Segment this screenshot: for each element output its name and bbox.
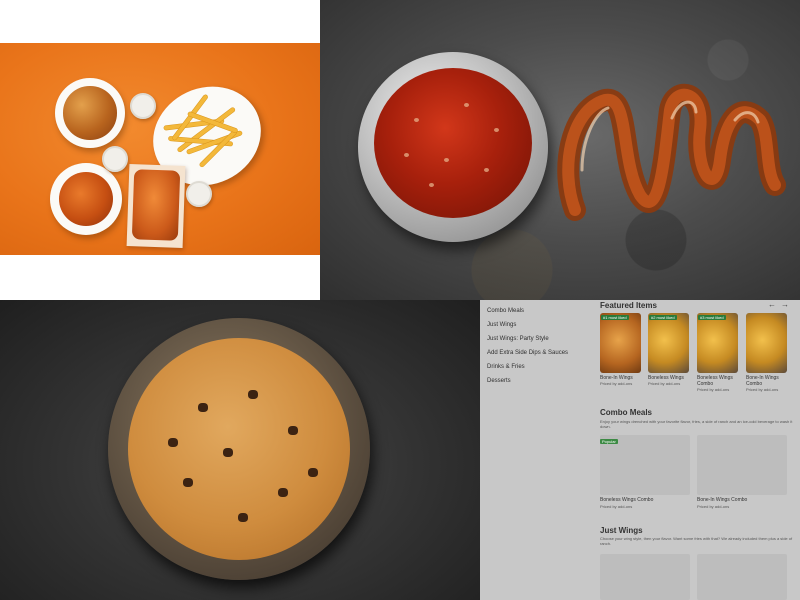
- featured-card-bone-in-combo[interactable]: [746, 313, 787, 373]
- combo-meals-description: Enjoy your wings drenched with your favo…: [600, 419, 793, 429]
- featured-item-price: Priced by add-ons: [697, 387, 730, 392]
- product-price: Priced by add-ons: [697, 504, 730, 509]
- product-card[interactable]: [697, 554, 787, 600]
- most-liked-badge: #3 most liked: [698, 315, 726, 320]
- sauce-drizzle: [557, 83, 786, 221]
- next-arrow-icon[interactable]: →: [781, 300, 789, 309]
- just-wings-description: Choose your wing style, then your flavor…: [600, 536, 793, 546]
- just-wings-title: Just Wings: [600, 526, 643, 535]
- featured-card-bone-in-wings[interactable]: #1 most liked: [600, 313, 641, 373]
- featured-item-price: Priced by add-ons: [648, 381, 681, 386]
- chocolate-chip-cookie: [128, 338, 350, 560]
- category-side-dips[interactable]: Add Extra Side Dips & Sauces: [487, 350, 568, 356]
- ranch-cup: [102, 146, 128, 172]
- product-name: Boneless Wings Combo: [600, 497, 654, 503]
- ranch-cup: [130, 93, 156, 119]
- combo-meals-title: Combo Meals: [600, 408, 653, 417]
- category-drinks-fries[interactable]: Drinks & Fries: [487, 364, 525, 370]
- category-party-style[interactable]: Just Wings: Party Style: [487, 336, 549, 342]
- featured-item-name: Boneless Wings Combo: [697, 375, 733, 387]
- boneless-wings-plate: [55, 78, 125, 148]
- featured-card-boneless-combo[interactable]: #3 most liked: [697, 313, 738, 373]
- menu-panel: Combo Meals Just Wings Just Wings: Party…: [480, 300, 800, 600]
- category-just-wings[interactable]: Just Wings: [487, 322, 516, 328]
- featured-item-name: Bone-In Wings Combo: [746, 375, 779, 387]
- category-combo-meals[interactable]: Combo Meals: [487, 308, 524, 314]
- ranch-cup: [186, 181, 212, 207]
- product-price: Priced by add-ons: [600, 504, 633, 509]
- product-card[interactable]: [600, 554, 690, 600]
- sauce-photo: [320, 0, 800, 300]
- product-card-bone-in-combo[interactable]: [697, 435, 787, 495]
- product-name: Bone-In Wings Combo: [697, 497, 748, 503]
- prev-arrow-icon[interactable]: ←: [768, 300, 776, 309]
- wings-paper-tray: [126, 164, 186, 248]
- product-card-boneless-combo[interactable]: [600, 435, 690, 495]
- orange-tabletop: [0, 43, 320, 255]
- popular-badge: Popular: [600, 439, 618, 444]
- most-liked-badge: #2 most liked: [649, 315, 677, 320]
- featured-items-title: Featured Items: [600, 301, 657, 310]
- skillet: [108, 318, 370, 580]
- saucy-wings-plate: [50, 163, 122, 235]
- featured-item-price: Priced by add-ons: [746, 387, 779, 392]
- featured-item-price: Priced by add-ons: [600, 381, 633, 386]
- category-desserts[interactable]: Desserts: [487, 378, 511, 384]
- most-liked-badge: #1 most liked: [601, 315, 629, 320]
- wings-fries-photo: [0, 0, 320, 300]
- featured-card-boneless-wings[interactable]: #2 most liked: [648, 313, 689, 373]
- category-sidebar: Combo Meals Just Wings Just Wings: Party…: [480, 300, 600, 600]
